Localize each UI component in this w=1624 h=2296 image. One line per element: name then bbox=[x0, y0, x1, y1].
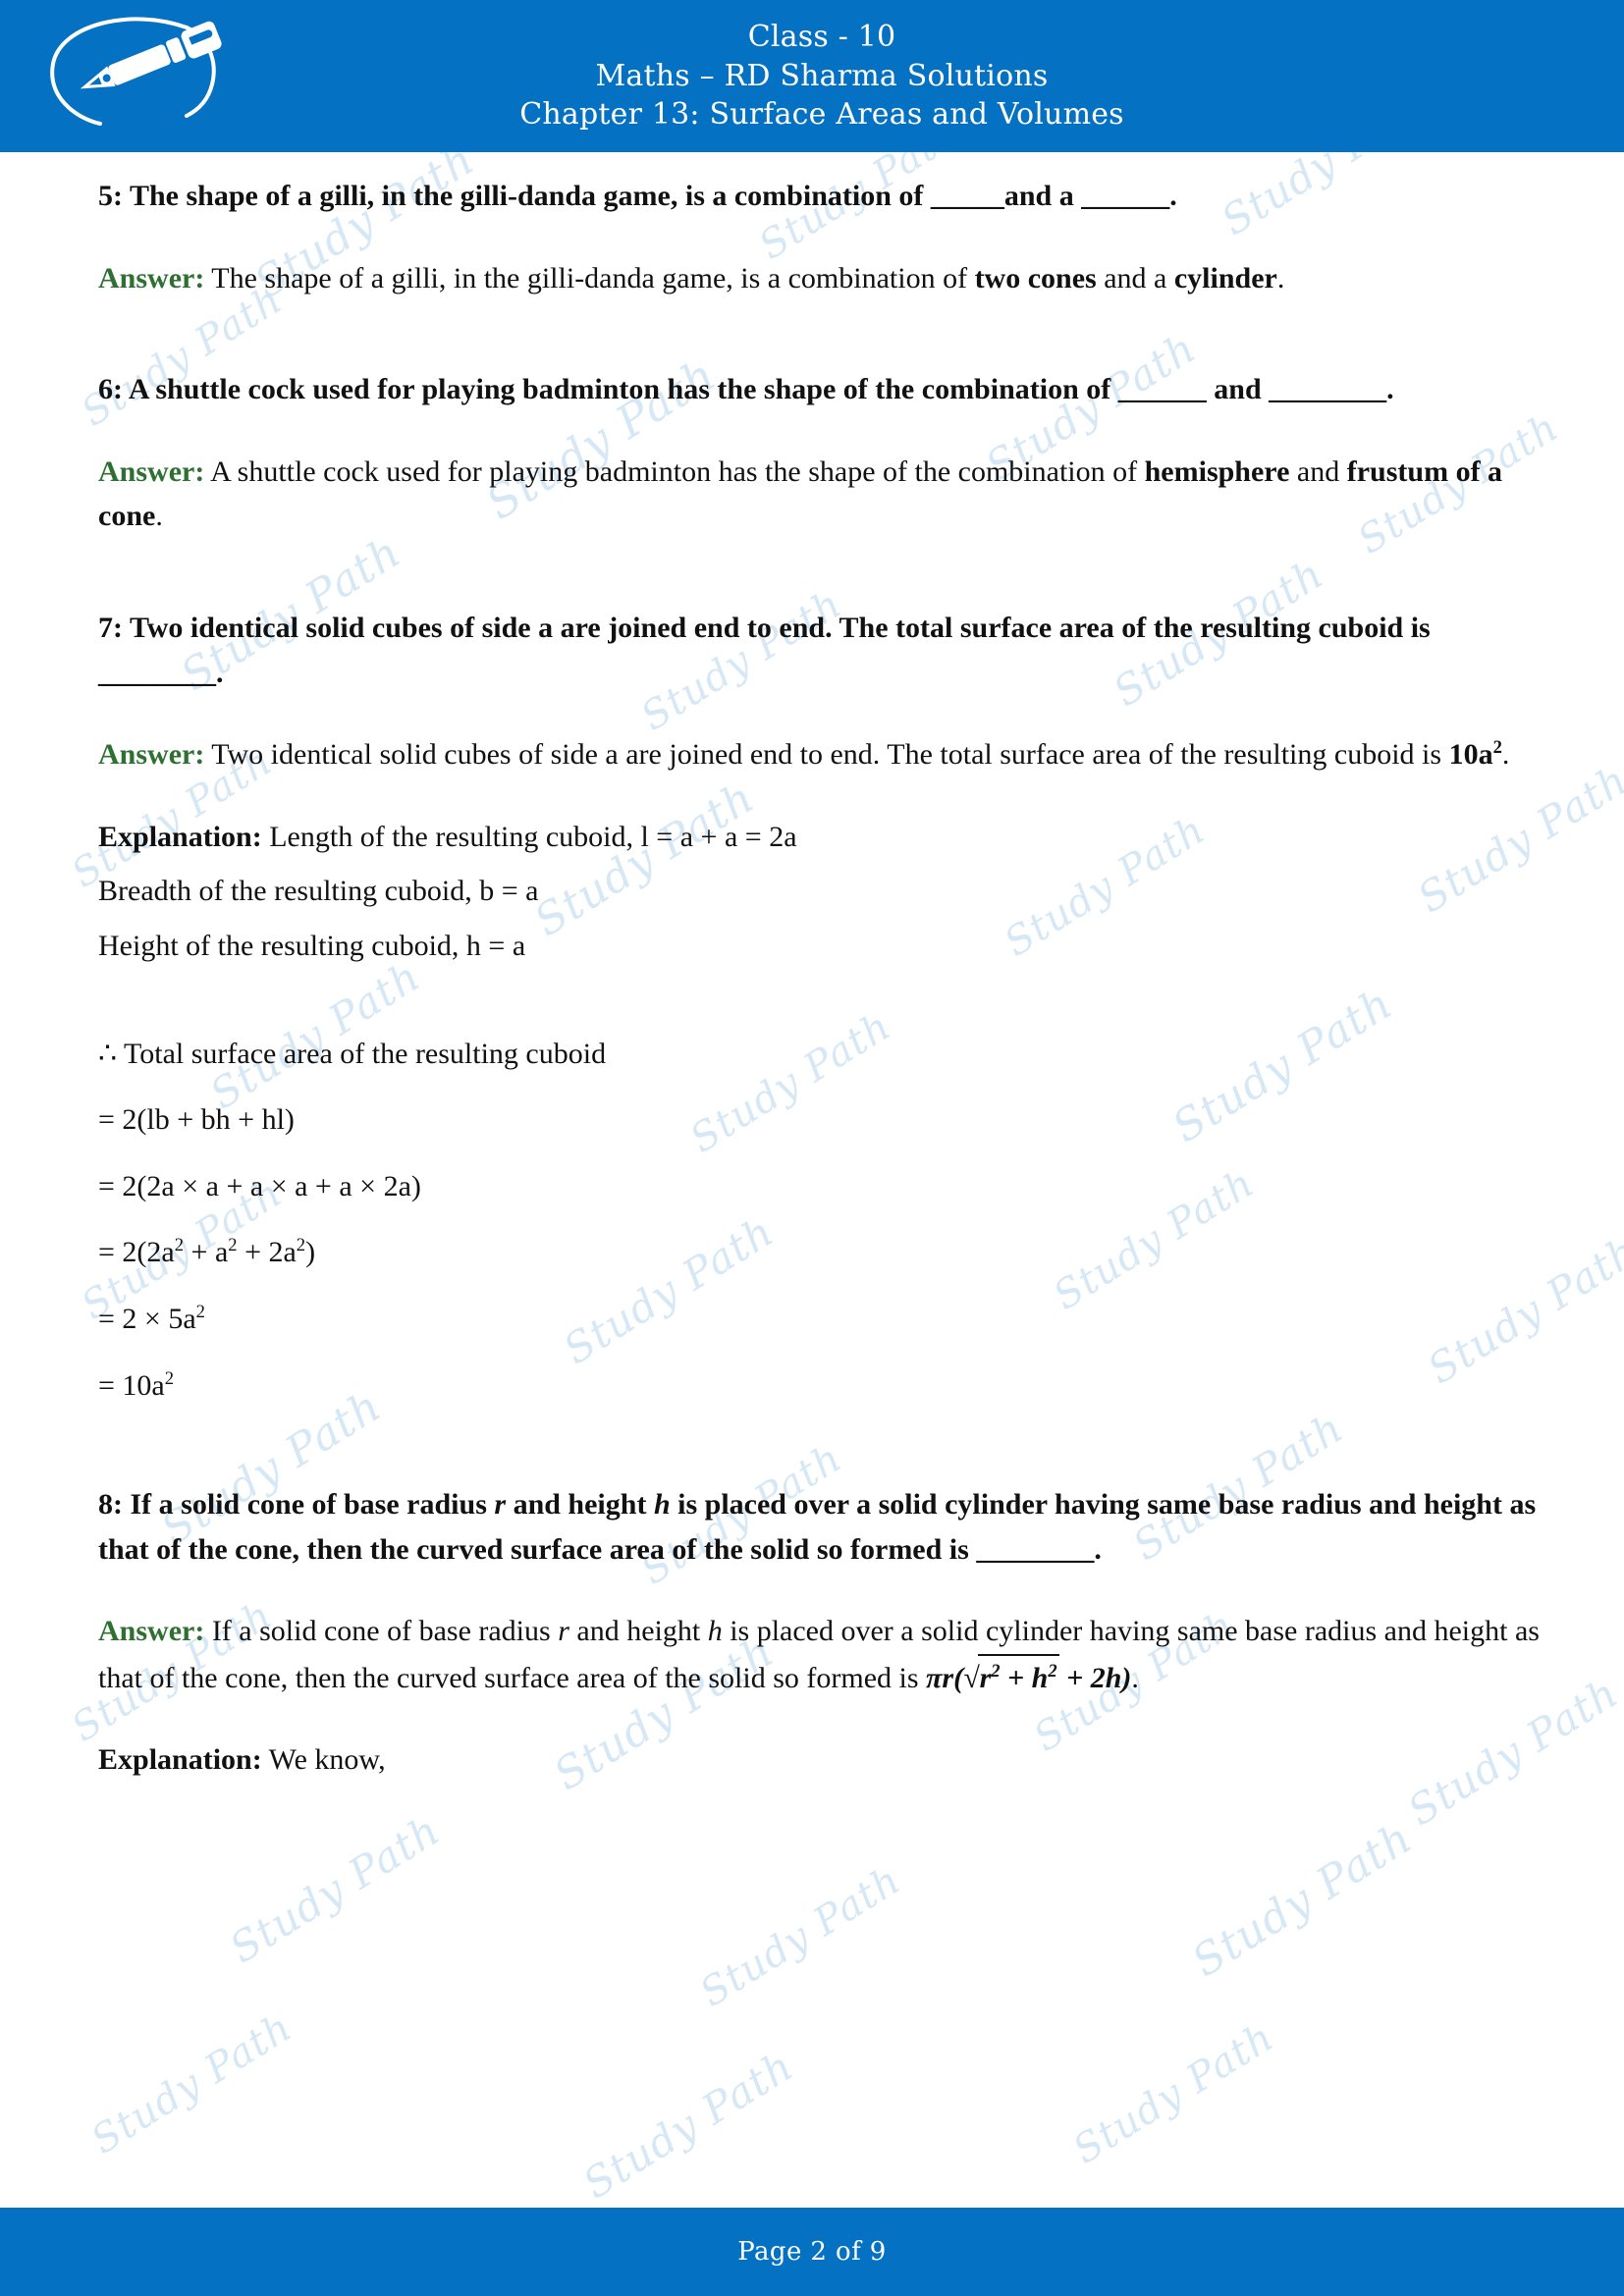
header-chapter-line: Chapter 13: Surface Areas and Volumes bbox=[519, 97, 1124, 133]
answer-7-pre: Two identical solid cubes of side a are … bbox=[204, 738, 1449, 772]
answer-8-part-1: If a solid cone of base radius bbox=[204, 1615, 559, 1648]
explanation-7-line-3: Height of the resulting cuboid, h = a bbox=[98, 929, 526, 962]
page-header: Class - 10 Maths – RD Sharma Solutions C… bbox=[0, 0, 1624, 152]
answer-6-bold-1: hemisphere bbox=[1144, 454, 1290, 488]
eq3-pre: = 2(2a bbox=[98, 1236, 175, 1269]
formula-sqrt: √r2 + h2 bbox=[963, 1653, 1059, 1701]
equation-intro: ∴ Total surface area of the resulting cu… bbox=[98, 1037, 607, 1070]
explanation-7-line-2: Breadth of the resulting cuboid, b = a bbox=[98, 875, 539, 908]
formula-pi-r: πr bbox=[926, 1661, 954, 1694]
question-6-text: A shuttle cock used for playing badminto… bbox=[123, 373, 1394, 406]
eq3-mid-2: + 2a bbox=[237, 1236, 297, 1269]
explanation-label: Explanation: bbox=[98, 820, 262, 853]
brand-logo bbox=[0, 10, 245, 142]
eq3-sup-3: 2 bbox=[296, 1235, 306, 1256]
explanation-7-text-1: Length of the resulting cuboid, l = a + … bbox=[261, 820, 797, 853]
equation-step-3: = 2(2a2 + a2 + 2a2) bbox=[98, 1230, 1540, 1275]
question-6-number: 6: bbox=[98, 373, 123, 406]
eq3-post: ) bbox=[305, 1236, 316, 1269]
formula-open-paren: ( bbox=[953, 1661, 964, 1694]
answer-7-exponent: 2 bbox=[1492, 737, 1502, 759]
formula-h: h bbox=[1031, 1661, 1049, 1694]
equation-step-1: = 2(lb + bh + hl) bbox=[98, 1103, 295, 1137]
answer-5-post: . bbox=[1276, 261, 1285, 294]
radicand: r2 + h2 bbox=[977, 1653, 1059, 1701]
explanation-8: Explanation: We know, bbox=[98, 1737, 1540, 1783]
fountain-pen-oval-logo-icon bbox=[50, 17, 222, 126]
answer-8-formula: πr(√r2 + h2 + 2h) bbox=[926, 1653, 1132, 1694]
formula-h-exp: 2 bbox=[1048, 1660, 1057, 1682]
question-5-text: The shape of a gilli, in the gilli-danda… bbox=[123, 180, 1177, 212]
answer-label: Answer: bbox=[98, 1615, 205, 1648]
eq3-sup-1: 2 bbox=[174, 1235, 185, 1256]
document-body: 5: The shape of a gilli, in the gilli-da… bbox=[0, 152, 1624, 2155]
answer-5-bold-1: two cones bbox=[974, 261, 1097, 294]
explanation-8-text: We know, bbox=[261, 1743, 386, 1777]
answer-label: Answer: bbox=[98, 738, 205, 772]
answer-8-var-r: r bbox=[558, 1615, 569, 1648]
answer-5-bold-2: cylinder bbox=[1173, 261, 1277, 294]
document-page: Study Path Study Path Study Path Study P… bbox=[0, 0, 1624, 2296]
explanation-7-line-1: Explanation: Length of the resulting cub… bbox=[98, 815, 1540, 860]
answer-8-part-2: and height bbox=[568, 1615, 708, 1648]
explanation-label: Explanation: bbox=[98, 1743, 262, 1777]
answer-6-pre: A shuttle cock used for playing badminto… bbox=[204, 454, 1145, 488]
question-5-number: 5: bbox=[98, 180, 123, 212]
page-footer: Page 2 of 9 bbox=[0, 2208, 1624, 2296]
question-7: 7: Two identical solid cubes of side a a… bbox=[98, 606, 1540, 695]
question-8-part-1: If a solid cone of base radius bbox=[123, 1488, 495, 1522]
question-8-var-r: r bbox=[494, 1488, 507, 1522]
answer-label: Answer: bbox=[98, 261, 205, 294]
answer-6-post: . bbox=[155, 500, 163, 533]
page-number-text: Page 2 of 9 bbox=[737, 2237, 887, 2267]
answer-8: Answer: If a solid cone of base radius r… bbox=[98, 1609, 1540, 1700]
equation-step-2: = 2(2a × a + a × a + a × 2a) bbox=[98, 1169, 421, 1202]
answer-8-var-h: h bbox=[707, 1615, 723, 1648]
question-7-number: 7: bbox=[98, 611, 123, 644]
question-7-text: Two identical solid cubes of side a are … bbox=[98, 611, 1431, 689]
header-class-line: Class - 10 bbox=[747, 20, 896, 55]
answer-label: Answer: bbox=[98, 454, 205, 488]
equation-step-5: = 10a2 bbox=[98, 1363, 1540, 1409]
answer-5: Answer: The shape of a gilli, in the gil… bbox=[98, 256, 1540, 301]
formula-r-exp: 2 bbox=[991, 1660, 1001, 1682]
answer-6-mid: and bbox=[1289, 454, 1347, 488]
equation-step-4: = 2 × 5a2 bbox=[98, 1297, 1540, 1342]
answer-5-mid: and a bbox=[1096, 261, 1174, 294]
question-8-part-2: and height bbox=[506, 1488, 654, 1522]
formula-plus: + bbox=[1000, 1661, 1032, 1694]
formula-tail: + 2h bbox=[1058, 1661, 1122, 1694]
header-subject-line: Maths – RD Sharma Solutions bbox=[595, 58, 1049, 93]
eq3-mid-1: + a bbox=[184, 1236, 229, 1269]
question-8-number: 8: bbox=[98, 1488, 123, 1522]
question-5: 5: The shape of a gilli, in the gilli-da… bbox=[98, 174, 1540, 219]
header-title-block: Class - 10 Maths – RD Sharma Solutions C… bbox=[245, 16, 1624, 135]
eq3-sup-2: 2 bbox=[228, 1235, 238, 1256]
formula-close-paren: ) bbox=[1121, 1661, 1132, 1694]
answer-6: Answer: A shuttle cock used for playing … bbox=[98, 450, 1540, 539]
eq4-sup: 2 bbox=[195, 1301, 205, 1322]
answer-8-post: . bbox=[1131, 1661, 1139, 1694]
answer-5-pre: The shape of a gilli, in the gilli-danda… bbox=[204, 261, 975, 294]
answer-7: Answer: Two identical solid cubes of sid… bbox=[98, 732, 1540, 777]
formula-r: r bbox=[979, 1661, 992, 1694]
question-8-var-h: h bbox=[653, 1488, 671, 1522]
eq5-pre: = 10a bbox=[98, 1368, 165, 1402]
eq5-sup: 2 bbox=[164, 1367, 175, 1389]
answer-7-bold-1: 10a2 bbox=[1449, 738, 1502, 771]
answer-7-value: 10a bbox=[1448, 738, 1493, 772]
question-6: 6: A shuttle cock used for playing badmi… bbox=[98, 367, 1540, 412]
answer-7-post: . bbox=[1501, 738, 1510, 772]
eq4-pre: = 2 × 5a bbox=[98, 1302, 196, 1335]
question-8: 8: If a solid cone of base radius r and … bbox=[98, 1482, 1540, 1572]
